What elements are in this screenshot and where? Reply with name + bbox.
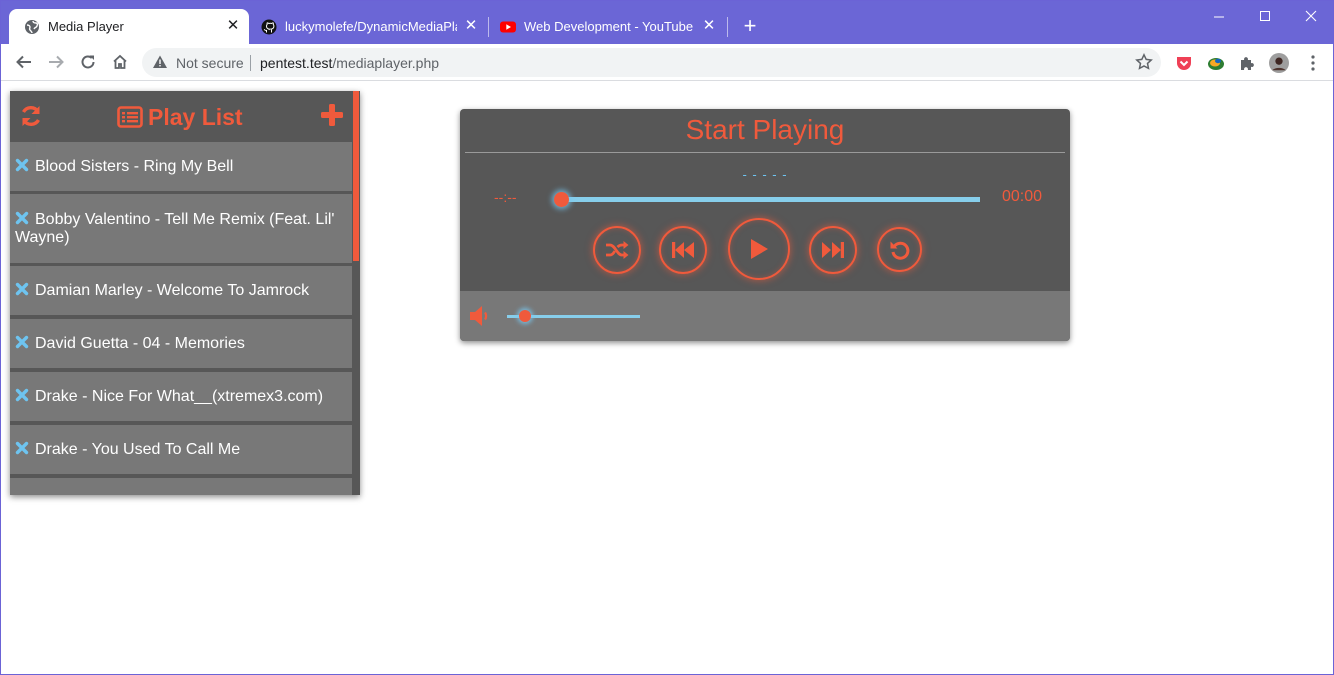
maximize-button[interactable] xyxy=(1242,5,1288,29)
new-tab-button[interactable]: + xyxy=(739,15,761,37)
security-label[interactable]: Not secure xyxy=(176,55,244,71)
star-icon[interactable] xyxy=(1135,53,1153,71)
playlist-item-title: Drake - You Used To Call Me xyxy=(35,440,241,458)
playlist-item[interactable]: Drake - You Used To Call Me xyxy=(10,425,352,474)
media-player: Start Playing - - - - - --:-- 00:00 xyxy=(460,109,1070,341)
forward-button[interactable] xyxy=(44,50,68,74)
remove-icon[interactable] xyxy=(15,282,29,296)
arrow-right-icon xyxy=(49,55,64,69)
remove-icon[interactable] xyxy=(15,211,29,225)
playlist-title-text: Play List xyxy=(148,103,243,130)
repeat-button[interactable] xyxy=(877,227,922,272)
fast-forward-icon xyxy=(822,242,844,258)
address-bar[interactable]: Not secure pentest.test/mediaplayer.php xyxy=(142,48,1161,77)
total-time: 00:00 xyxy=(1002,188,1043,205)
omnibox-separator xyxy=(250,55,251,71)
playlist-scrollbar[interactable] xyxy=(352,91,360,495)
playlist-item[interactable]: Drake - Nice For What__(xtremex3.com) xyxy=(10,372,352,421)
extension-icon[interactable] xyxy=(1206,53,1226,73)
tab-github[interactable]: luckymolefe/DynamicMediaPlayer ✕ xyxy=(253,9,487,44)
home-icon xyxy=(113,54,127,69)
tab-title: Media Player xyxy=(48,19,124,34)
remove-icon[interactable] xyxy=(15,441,29,455)
profile-avatar[interactable] xyxy=(1269,53,1289,73)
volume-icon[interactable] xyxy=(469,305,493,327)
minimize-button[interactable] xyxy=(1196,5,1242,29)
playlist-item[interactable]: Blood Sisters - Ring My Bell xyxy=(10,142,352,191)
current-time: --:-- xyxy=(494,189,517,205)
play-button[interactable] xyxy=(728,218,790,280)
kebab-menu-icon[interactable] xyxy=(1303,53,1323,73)
globe-icon xyxy=(24,19,40,35)
next-button[interactable] xyxy=(809,226,857,274)
tab-separator xyxy=(488,17,489,37)
playlist-item-title: Bobby Valentino - Tell Me Remix (Feat. L… xyxy=(15,210,335,246)
playlist-item-title: David Guetta - 04 - Memories xyxy=(35,334,245,352)
playlist-scrollbar-thumb[interactable] xyxy=(353,91,359,261)
home-button[interactable] xyxy=(108,50,132,74)
youtube-icon xyxy=(500,19,516,35)
arrow-left-icon xyxy=(16,55,31,69)
playlist-item[interactable]: David Guetta - 04 - Memories xyxy=(10,319,352,368)
playlist-item-title: Damian Marley - Welcome To Jamrock xyxy=(35,281,310,299)
remove-icon[interactable] xyxy=(15,158,29,172)
back-button[interactable] xyxy=(12,50,36,74)
tab-separator xyxy=(727,17,728,37)
playlist-item-title: Blood Sisters - Ring My Bell xyxy=(35,157,234,175)
tab-title: Web Development - YouTube xyxy=(524,19,694,34)
tab-title: luckymolefe/DynamicMediaPlayer xyxy=(285,19,457,34)
close-window-button[interactable] xyxy=(1288,5,1334,29)
playlist-title: Play List xyxy=(117,103,243,131)
remove-icon[interactable] xyxy=(15,388,29,402)
undo-icon xyxy=(890,241,909,260)
volume-handle[interactable] xyxy=(519,310,531,322)
puzzle-extensions-icon[interactable] xyxy=(1237,53,1257,73)
pocket-extension-icon[interactable] xyxy=(1174,53,1194,73)
reload-button[interactable] xyxy=(76,50,100,74)
seek-bar[interactable] xyxy=(560,197,980,202)
playlist-item-partial[interactable] xyxy=(10,478,352,495)
seek-handle[interactable] xyxy=(554,192,569,207)
play-icon xyxy=(751,239,768,259)
tab-youtube[interactable]: Web Development - YouTube ✕ xyxy=(491,9,725,44)
playlist-item-title: Drake - Nice For What__(xtremex3.com) xyxy=(35,387,324,405)
playlist-header: Play List xyxy=(10,91,360,141)
fast-backward-icon xyxy=(672,242,694,258)
divider xyxy=(465,152,1065,153)
tab-media-player[interactable]: Media Player ✕ xyxy=(9,9,249,44)
playlist-item[interactable]: Damian Marley - Welcome To Jamrock xyxy=(10,266,352,315)
reload-icon xyxy=(81,55,95,69)
refresh-icon[interactable] xyxy=(18,103,44,129)
browser-toolbar: Not secure pentest.test/mediaplayer.php xyxy=(1,44,1333,81)
shuffle-button[interactable] xyxy=(593,226,641,274)
player-heading: Start Playing xyxy=(685,114,845,145)
close-tab-icon[interactable]: ✕ xyxy=(463,18,479,34)
close-tab-icon[interactable]: ✕ xyxy=(701,18,717,34)
playlist-panel: Play List Blood Sisters - Ring My Bell B… xyxy=(10,91,360,495)
previous-button[interactable] xyxy=(659,226,707,274)
url-text[interactable]: pentest.test/mediaplayer.php xyxy=(260,55,439,71)
warning-icon xyxy=(153,55,167,68)
github-icon xyxy=(261,19,277,35)
remove-icon[interactable] xyxy=(15,335,29,349)
list-alt-icon xyxy=(117,106,143,128)
url-host: pentest.test xyxy=(260,55,333,71)
browser-titlebar: Media Player ✕ luckymolefe/DynamicMediaP… xyxy=(1,1,1333,44)
plus-icon[interactable] xyxy=(320,103,344,127)
url-path: /mediaplayer.php xyxy=(332,55,440,71)
close-tab-icon[interactable]: ✕ xyxy=(225,18,241,34)
playlist-item[interactable]: Bobby Valentino - Tell Me Remix (Feat. L… xyxy=(10,194,352,263)
volume-bar xyxy=(460,291,1070,341)
shuffle-icon xyxy=(606,241,629,259)
track-name: - - - - - xyxy=(742,167,788,182)
